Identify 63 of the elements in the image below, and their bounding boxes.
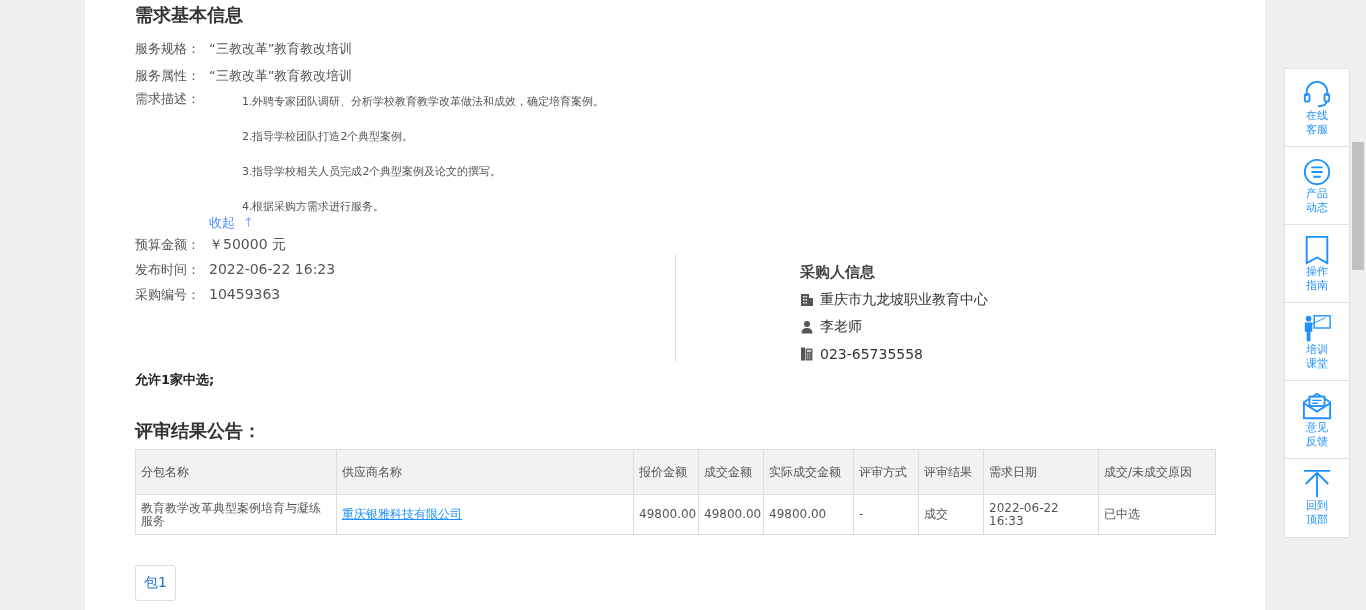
toolbar-item[interactable]: 培训课堂 <box>1285 303 1349 381</box>
table-cell: 教育教学改革典型案例培育与凝练服务 <box>135 494 337 535</box>
toolbar-label: 在线客服 <box>1305 109 1329 137</box>
headset-icon <box>1302 79 1332 109</box>
phone-icon <box>800 346 814 361</box>
field-label: 需求描述： <box>135 90 201 108</box>
field-value: 10459363 <box>209 285 281 304</box>
field-label: 采购编号： <box>135 286 201 304</box>
supplier-link[interactable]: 重庆银雅科技有限公司 <box>336 494 634 535</box>
up-arrow[interactable]: ↑ <box>243 215 254 230</box>
back-to-top-icon <box>1302 469 1332 499</box>
mail-icon <box>1302 391 1332 421</box>
description-item: 4.根据采购方需求进行服务。 <box>242 200 386 214</box>
toolbar-item[interactable]: 回到顶部 <box>1285 459 1349 537</box>
toolbar-label: 产品动态 <box>1305 187 1329 215</box>
column-header: 供应商名称 <box>336 449 634 495</box>
buyer-detail: 重庆市九龙坡职业教育中心 <box>820 290 988 309</box>
toolbar-label: 操作指南 <box>1305 265 1329 293</box>
column-header: 实际成交金额 <box>763 449 854 495</box>
buyer-detail: 023-65735558 <box>820 345 924 362</box>
table-cell: 成交 <box>918 494 984 535</box>
field-label: 预算金额： <box>135 236 201 254</box>
field-label: 服务规格： <box>135 40 201 58</box>
table-cell: 49800.00 <box>633 494 699 535</box>
person-icon <box>800 319 814 334</box>
column-header: 成交/未成交原因 <box>1098 449 1216 495</box>
winner-note: 允许1家中选; <box>135 371 216 389</box>
column-header: 需求日期 <box>983 449 1099 495</box>
column-header: 分包名称 <box>135 449 337 495</box>
package-tab[interactable]: 包1 <box>135 565 176 601</box>
field-label: 发布时间： <box>135 261 201 279</box>
field-value: ￥50000 元 <box>209 235 286 254</box>
field-label: 服务属性： <box>135 67 201 85</box>
collapse-link[interactable]: 收起 <box>209 215 235 230</box>
building-icon <box>800 292 814 307</box>
description-item: 1.外聘专家团队调研、分析学校教育教学改革做法和成效，确定培育案例。 <box>242 95 605 109</box>
toolbar-label: 回到顶部 <box>1305 499 1329 527</box>
field-value: “三教改革”教育教改培训 <box>209 67 353 85</box>
section-title: 需求基本信息 <box>135 3 244 27</box>
table-cell: 2022-06-22 16:33 <box>983 494 1099 535</box>
table-cell: - <box>853 494 919 535</box>
column-header: 评审结果 <box>918 449 984 495</box>
table-cell: 已中选 <box>1098 494 1216 535</box>
column-header: 评审方式 <box>853 449 919 495</box>
table-cell: 49800.00 <box>698 494 764 535</box>
toolbar-label: 培训课堂 <box>1305 343 1329 371</box>
buyer-title: 采购人信息 <box>800 262 876 282</box>
field-value: 2022-06-22 16:23 <box>209 260 336 279</box>
column-header: 报价金额 <box>633 449 699 495</box>
toolbar-item[interactable]: 在线客服 <box>1285 69 1349 147</box>
table-cell: 49800.00 <box>763 494 854 535</box>
list-refresh-icon <box>1302 157 1332 187</box>
description-item: 3.指导学校相关人员完成2个典型案例及论文的撰写。 <box>242 165 503 179</box>
teacher-board-icon <box>1302 313 1332 343</box>
results-title: 评审结果公告： <box>135 419 262 443</box>
description-item: 2.指导学校团队打造2个典型案例。 <box>242 130 415 144</box>
toolbar-item[interactable]: 产品动态 <box>1285 147 1349 225</box>
field-value: “三教改革”教育教改培训 <box>209 40 353 58</box>
toolbar-item[interactable]: 意见反馈 <box>1285 381 1349 459</box>
buyer-detail: 李老师 <box>820 317 862 336</box>
toolbar-label: 意见反馈 <box>1305 421 1329 449</box>
column-header: 成交金额 <box>698 449 764 495</box>
toolbar-item[interactable]: 操作指南 <box>1285 225 1349 303</box>
